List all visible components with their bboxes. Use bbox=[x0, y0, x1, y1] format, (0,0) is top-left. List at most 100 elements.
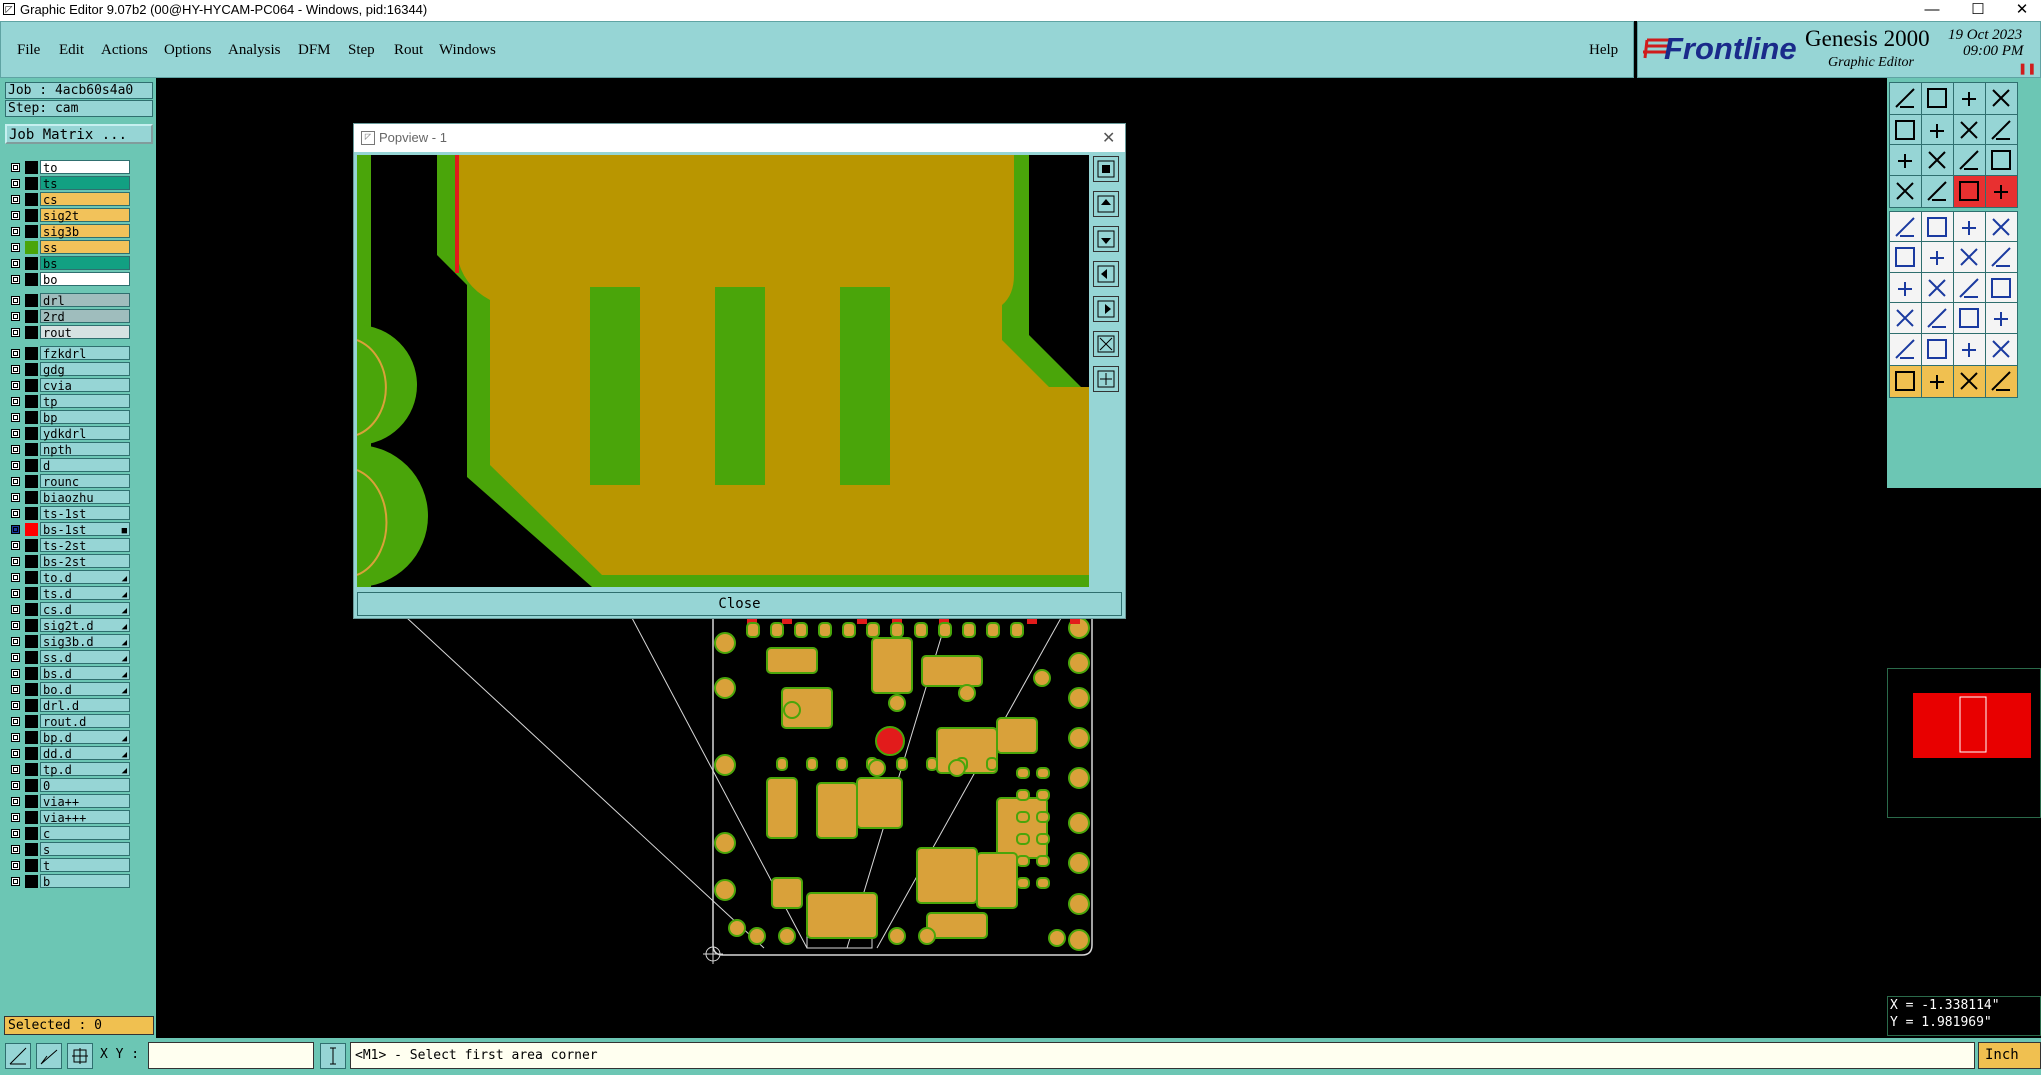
layer-checkbox[interactable] bbox=[11, 243, 20, 252]
layer-row-c[interactable]: c bbox=[8, 826, 130, 841]
layer-checkbox[interactable] bbox=[11, 429, 20, 438]
close-window-icon[interactable]: ✕ bbox=[2002, 0, 2041, 21]
import-icon[interactable] bbox=[1889, 114, 1922, 147]
popview-pan-down-button[interactable] bbox=[1093, 226, 1119, 252]
layer-color-swatch[interactable] bbox=[25, 571, 38, 584]
layer-checkbox[interactable] bbox=[11, 861, 20, 870]
layer-color-swatch[interactable] bbox=[25, 827, 38, 840]
layer-down-icon[interactable] bbox=[1985, 175, 2018, 208]
mirror-icon[interactable] bbox=[1985, 272, 2018, 305]
layer-row-to[interactable]: to bbox=[8, 160, 130, 175]
layer-color-swatch[interactable] bbox=[25, 225, 38, 238]
window-icon[interactable] bbox=[1985, 82, 2018, 115]
menu-step[interactable]: Step bbox=[348, 42, 375, 59]
layer-color-swatch[interactable] bbox=[25, 699, 38, 712]
layer-color-swatch[interactable] bbox=[25, 731, 38, 744]
menu-dfm[interactable]: DFM bbox=[298, 42, 331, 59]
layer-color-swatch[interactable] bbox=[25, 635, 38, 648]
layer-checkbox[interactable] bbox=[11, 179, 20, 188]
layer-name[interactable]: bp bbox=[40, 410, 130, 425]
layer-row-cvia[interactable]: cvia bbox=[8, 378, 130, 393]
layer-color-swatch[interactable] bbox=[25, 843, 38, 856]
layer-row-rout.d[interactable]: rout.d bbox=[8, 714, 130, 729]
fit-icon[interactable] bbox=[1889, 144, 1922, 177]
layer-checkbox[interactable] bbox=[11, 701, 20, 710]
menu-file[interactable]: File bbox=[17, 42, 40, 59]
overview-map[interactable] bbox=[1887, 668, 2041, 818]
layer-color-swatch[interactable] bbox=[25, 379, 38, 392]
layer-name[interactable]: cs.d ◢ bbox=[40, 602, 130, 617]
layer-color-swatch[interactable] bbox=[25, 603, 38, 616]
group-icon[interactable] bbox=[1985, 302, 2018, 335]
layer-color-swatch[interactable] bbox=[25, 257, 38, 270]
layer-checkbox[interactable] bbox=[11, 195, 20, 204]
layer-checkbox[interactable] bbox=[11, 381, 20, 390]
layer-checkbox[interactable] bbox=[11, 541, 20, 550]
layer-row-sig2t.d[interactable]: sig2t.d ◢ bbox=[8, 618, 130, 633]
pad-icon[interactable] bbox=[1889, 211, 1922, 244]
layer-row-2rd[interactable]: 2rd bbox=[8, 309, 130, 324]
layer-row-sig3b.d[interactable]: sig3b.d ◢ bbox=[8, 634, 130, 649]
layer-color-swatch[interactable] bbox=[25, 177, 38, 190]
popview-pan-left-button[interactable] bbox=[1093, 261, 1119, 287]
layer-checkbox[interactable] bbox=[11, 781, 20, 790]
layer-color-swatch[interactable] bbox=[25, 161, 38, 174]
layer-checkbox[interactable] bbox=[11, 211, 20, 220]
layer-checkbox[interactable] bbox=[11, 589, 20, 598]
layer-color-swatch[interactable] bbox=[25, 859, 38, 872]
polygon-icon[interactable] bbox=[1921, 333, 1954, 366]
layer-name[interactable]: bo.d ◢ bbox=[40, 682, 130, 697]
layer-row-bs[interactable]: bs bbox=[8, 256, 130, 271]
layer-name[interactable]: via++ bbox=[40, 794, 130, 809]
layer-color-swatch[interactable] bbox=[25, 193, 38, 206]
layer-checkbox[interactable] bbox=[11, 877, 20, 886]
layer-color-swatch[interactable] bbox=[25, 395, 38, 408]
layer-row-tp[interactable]: tp bbox=[8, 394, 130, 409]
job-matrix-button[interactable]: Job Matrix ... bbox=[5, 124, 153, 144]
layer-row-via++[interactable]: via++ bbox=[8, 794, 130, 809]
layer-name[interactable]: ss.d ◢ bbox=[40, 650, 130, 665]
layer-checkbox[interactable] bbox=[11, 765, 20, 774]
contour-icon[interactable] bbox=[1985, 333, 2018, 366]
align-icon[interactable] bbox=[1953, 302, 1986, 335]
layer-color-swatch[interactable] bbox=[25, 347, 38, 360]
layer-color-swatch[interactable] bbox=[25, 539, 38, 552]
xy-input[interactable] bbox=[148, 1042, 314, 1069]
menu-analysis[interactable]: Analysis bbox=[228, 42, 281, 59]
pick-icon[interactable] bbox=[1921, 365, 1954, 398]
home-icon[interactable] bbox=[1953, 82, 1986, 115]
layer-checkbox[interactable] bbox=[11, 573, 20, 582]
layer-name[interactable]: bs bbox=[40, 256, 130, 271]
layer-name[interactable]: tp.d ◢ bbox=[40, 762, 130, 777]
rotate-icon[interactable] bbox=[1953, 272, 1986, 305]
layer-color-swatch[interactable] bbox=[25, 411, 38, 424]
layer-checkbox[interactable] bbox=[11, 829, 20, 838]
undo-icon[interactable] bbox=[1953, 114, 1986, 147]
layer-color-swatch[interactable] bbox=[25, 507, 38, 520]
layer-name[interactable]: 2rd bbox=[40, 309, 130, 324]
layer-row-b[interactable]: b bbox=[8, 874, 130, 889]
layer-color-swatch[interactable] bbox=[25, 683, 38, 696]
layer-row-0[interactable]: 0 bbox=[8, 778, 130, 793]
layer-checkbox[interactable] bbox=[11, 717, 20, 726]
layer-row-ydkdrl[interactable]: ydkdrl bbox=[8, 426, 130, 441]
diagonal-icon[interactable] bbox=[1921, 272, 1954, 305]
layer-name[interactable]: bs-1st ■ bbox=[40, 522, 130, 537]
layer-name[interactable]: sig2t bbox=[40, 208, 130, 223]
select-icon[interactable] bbox=[1889, 365, 1922, 398]
slope-icon[interactable] bbox=[1889, 272, 1922, 305]
layer-color-swatch[interactable] bbox=[25, 811, 38, 824]
layer-color-swatch[interactable] bbox=[25, 443, 38, 456]
layer-color-swatch[interactable] bbox=[25, 241, 38, 254]
curve-icon[interactable] bbox=[1985, 241, 2018, 274]
layer-checkbox[interactable] bbox=[11, 163, 20, 172]
layer-checkbox[interactable] bbox=[11, 445, 20, 454]
layer-checkbox[interactable] bbox=[11, 493, 20, 502]
layer-row-fzkdrl[interactable]: fzkdrl bbox=[8, 346, 130, 361]
menu-edit[interactable]: Edit bbox=[59, 42, 84, 59]
popview-pan-right-button[interactable] bbox=[1093, 296, 1119, 322]
layer-row-ts-1st[interactable]: ts-1st bbox=[8, 506, 130, 521]
zoom-icon[interactable] bbox=[1921, 144, 1954, 177]
layer-up-icon[interactable] bbox=[1953, 175, 1986, 208]
layer-checkbox[interactable] bbox=[11, 733, 20, 742]
